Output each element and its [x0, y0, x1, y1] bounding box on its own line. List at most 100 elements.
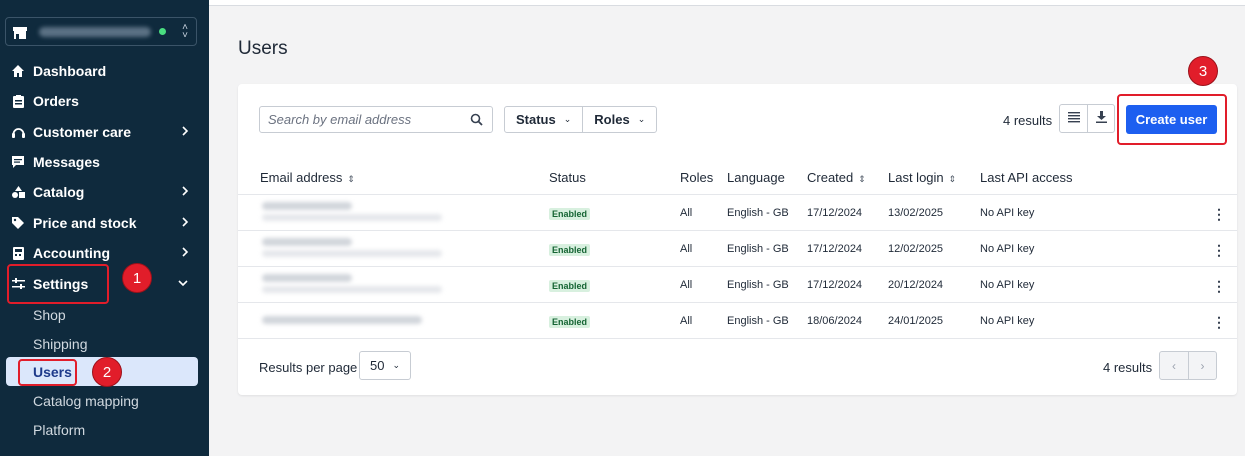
- redacted-name: [262, 238, 352, 246]
- chevron-down-icon: ⌄: [637, 114, 646, 124]
- cell-language: English - GB: [727, 207, 789, 219]
- table-row[interactable]: Enabled All English - GB 18/06/2024 24/0…: [238, 303, 1237, 339]
- chevron-right-icon: ›: [1200, 358, 1205, 373]
- download-icon: [1095, 110, 1107, 128]
- chevron-down-icon: [177, 276, 189, 292]
- cell-created: 18/06/2024: [807, 315, 863, 327]
- cell-roles: All: [680, 315, 693, 327]
- annotation-marker: 2: [92, 357, 122, 387]
- cell-last-login: 13/02/2025: [888, 207, 944, 219]
- cell-api: No API key: [980, 315, 1035, 327]
- roles-filter-label: Roles: [594, 112, 630, 127]
- col-language: Language: [727, 170, 785, 185]
- chevron-down-icon: ⌄: [563, 114, 572, 124]
- cell-last-login: 20/12/2024: [888, 279, 944, 291]
- status-filter-label: Status: [516, 112, 556, 127]
- chevron-down-icon: ⌄: [392, 360, 401, 370]
- store-icon: [13, 26, 27, 39]
- home-icon: [11, 64, 25, 78]
- col-last-login[interactable]: Last login ⇕: [888, 170, 956, 185]
- chat-icon: [11, 155, 25, 169]
- search-icon[interactable]: [470, 113, 483, 131]
- users-card: Status ⌄ Roles ⌄ 4 results Create user E…: [238, 84, 1237, 395]
- sidebar-sub-platform[interactable]: Platform: [33, 422, 85, 438]
- sidebar-sub-shipping[interactable]: Shipping: [33, 336, 88, 352]
- sidebar-sub-shop[interactable]: Shop: [33, 307, 66, 323]
- download-button[interactable]: [1087, 105, 1114, 132]
- annotation-box-create: [1117, 94, 1227, 145]
- redacted-name: [262, 274, 352, 282]
- columns-button[interactable]: [1060, 105, 1087, 132]
- redacted-name: [262, 202, 352, 210]
- next-page-button[interactable]: ›: [1187, 352, 1216, 379]
- sidebar-item-catalog[interactable]: Catalog: [0, 179, 209, 205]
- chevron-left-icon: ‹: [1171, 358, 1176, 373]
- col-email[interactable]: Email address ⇕: [260, 170, 355, 185]
- shop-name-redacted: [39, 26, 151, 37]
- shop-selector[interactable]: ˄ ˅: [5, 17, 197, 46]
- roles-filter-button[interactable]: Roles ⌄: [582, 107, 656, 132]
- sidebar-item-messages[interactable]: Messages: [0, 149, 209, 175]
- status-filter-button[interactable]: Status ⌄: [505, 107, 582, 132]
- more-options-icon[interactable]: ⋮: [1212, 242, 1226, 259]
- tag-icon: [11, 216, 25, 230]
- table-header: Email address ⇕ Status Roles Language Cre…: [238, 158, 1237, 195]
- col-api: Last API access: [980, 170, 1073, 185]
- sidebar-item-orders[interactable]: Orders: [0, 88, 209, 114]
- results-per-page-label: Results per page: [259, 360, 358, 375]
- annotation-box-settings: [7, 264, 109, 304]
- cell-api: No API key: [980, 279, 1035, 291]
- sidebar-item-label: Price and stock: [33, 215, 137, 231]
- search-input[interactable]: [268, 112, 458, 127]
- redacted-email: [262, 214, 442, 221]
- chevron-right-icon: [181, 215, 189, 231]
- cell-roles: All: [680, 243, 693, 255]
- table-row[interactable]: Enabled All English - GB 17/12/2024 13/0…: [238, 195, 1237, 231]
- annotation-marker: 1: [122, 263, 152, 293]
- cell-roles: All: [680, 207, 693, 219]
- table-row[interactable]: Enabled All English - GB 17/12/2024 12/0…: [238, 231, 1237, 267]
- sort-icon: ⇕: [858, 174, 866, 184]
- status-badge: Enabled: [549, 208, 591, 220]
- sidebar-item-accounting[interactable]: Accounting: [0, 240, 209, 266]
- sidebar-item-label: Orders: [33, 93, 79, 109]
- cell-created: 17/12/2024: [807, 207, 863, 219]
- sidebar-item-price-and-stock[interactable]: Price and stock: [0, 210, 209, 236]
- list-icon: [1067, 110, 1080, 128]
- page-title: Users: [238, 38, 288, 59]
- more-options-icon[interactable]: ⋮: [1212, 314, 1226, 331]
- calculator-icon: [11, 246, 25, 260]
- status-badge: Enabled: [549, 244, 591, 256]
- sidebar-item-customer-care[interactable]: Customer care: [0, 119, 209, 145]
- chevron-right-icon: [181, 124, 189, 140]
- headset-icon: [11, 125, 25, 139]
- filter-group: Status ⌄ Roles ⌄: [504, 106, 658, 133]
- status-badge: Enabled: [549, 316, 591, 328]
- per-page-select[interactable]: 50 ⌄: [359, 351, 411, 380]
- results-count: 4 results: [1003, 113, 1053, 128]
- sort-icon: ⇕: [347, 174, 355, 184]
- cell-last-login: 24/01/2025: [888, 315, 944, 327]
- results-count-footer: 4 results: [1103, 360, 1153, 375]
- sort-icon: ⇕: [948, 174, 957, 184]
- col-email-label: Email address: [260, 170, 343, 185]
- sidebar-item-dashboard[interactable]: Dashboard: [0, 58, 209, 84]
- pagination: ‹ ›: [1159, 351, 1217, 380]
- chevron-right-icon: [181, 184, 189, 200]
- per-page-value: 50: [370, 358, 385, 373]
- prev-page-button[interactable]: ‹: [1160, 352, 1188, 379]
- col-created-label: Created: [807, 170, 854, 185]
- sidebar-item-label: Messages: [33, 154, 100, 170]
- col-created[interactable]: Created ⇕: [807, 170, 866, 185]
- table-row[interactable]: Enabled All English - GB 17/12/2024 20/1…: [238, 267, 1237, 303]
- sidebar-sub-catalog-mapping[interactable]: Catalog mapping: [33, 393, 139, 409]
- sidebar-item-label: Dashboard: [33, 63, 107, 79]
- cell-created: 17/12/2024: [807, 279, 863, 291]
- view-actions: [1059, 104, 1115, 133]
- sidebar: ˄ ˅ Dashboard Orders Customer care Messag…: [0, 0, 209, 456]
- chevron-updown-icon: ˄ ˅: [182, 21, 188, 41]
- cell-created: 17/12/2024: [807, 243, 863, 255]
- more-options-icon[interactable]: ⋮: [1212, 206, 1226, 223]
- more-options-icon[interactable]: ⋮: [1212, 278, 1226, 295]
- cell-language: English - GB: [727, 279, 789, 291]
